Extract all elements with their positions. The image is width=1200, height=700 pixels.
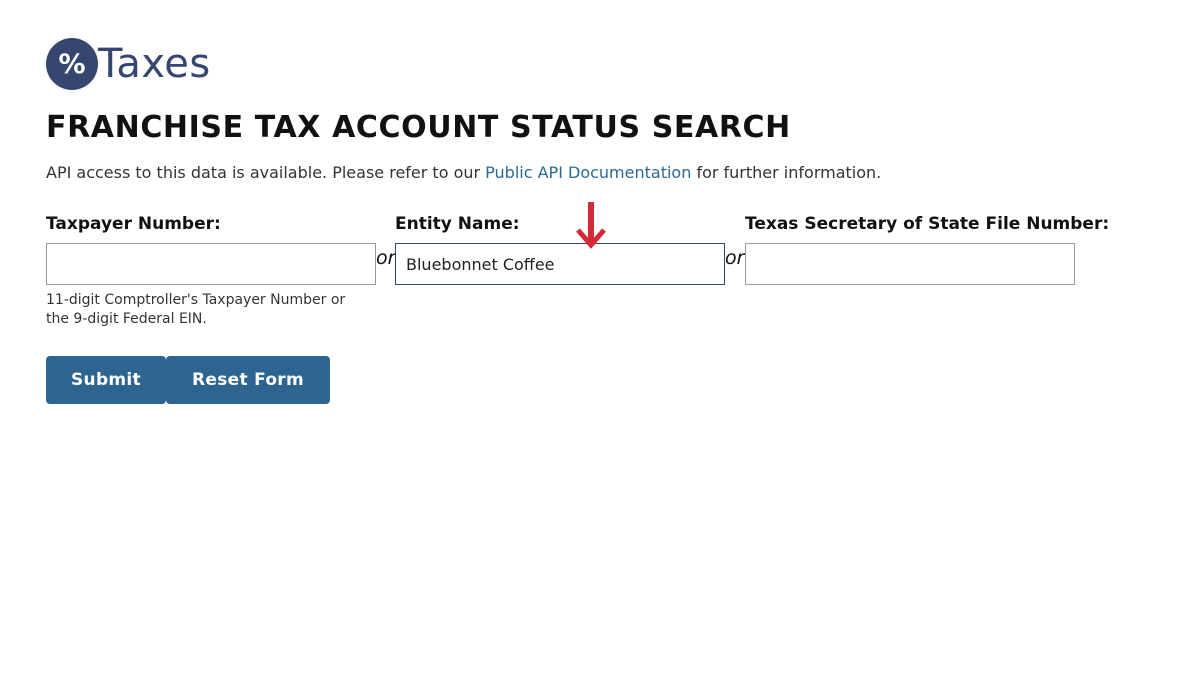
submit-button[interactable]: Submit (46, 356, 166, 404)
page-title: FRANCHISE TAX ACCOUNT STATUS SEARCH (46, 110, 791, 145)
sos-file-number-label: Texas Secretary of State File Number: (745, 214, 1110, 234)
or-separator-2: or (725, 247, 745, 269)
public-api-documentation-link[interactable]: Public API Documentation (485, 163, 691, 182)
taxpayer-number-input[interactable] (46, 243, 376, 285)
taxes-logo[interactable]: % Taxes (46, 38, 211, 90)
or-separator-1: or (376, 247, 396, 269)
api-note-prefix: API access to this data is available. Pl… (46, 163, 486, 182)
logo-text: Taxes (98, 41, 211, 87)
page: % Taxes FRANCHISE TAX ACCOUNT STATUS SEA… (0, 0, 1200, 700)
entity-name-input[interactable] (395, 243, 725, 285)
arrow-down-icon (576, 202, 606, 249)
percent-icon: % (46, 38, 98, 90)
api-note-suffix: for further information. (691, 163, 882, 182)
api-note: API access to this data is available. Pl… (46, 163, 881, 182)
taxpayer-number-label: Taxpayer Number: (46, 214, 221, 234)
entity-name-label: Entity Name: (395, 214, 520, 234)
sos-file-number-input[interactable] (745, 243, 1075, 285)
reset-form-button[interactable]: Reset Form (166, 356, 330, 404)
taxpayer-number-hint: 11-digit Comptroller's Taxpayer Number o… (46, 292, 346, 327)
